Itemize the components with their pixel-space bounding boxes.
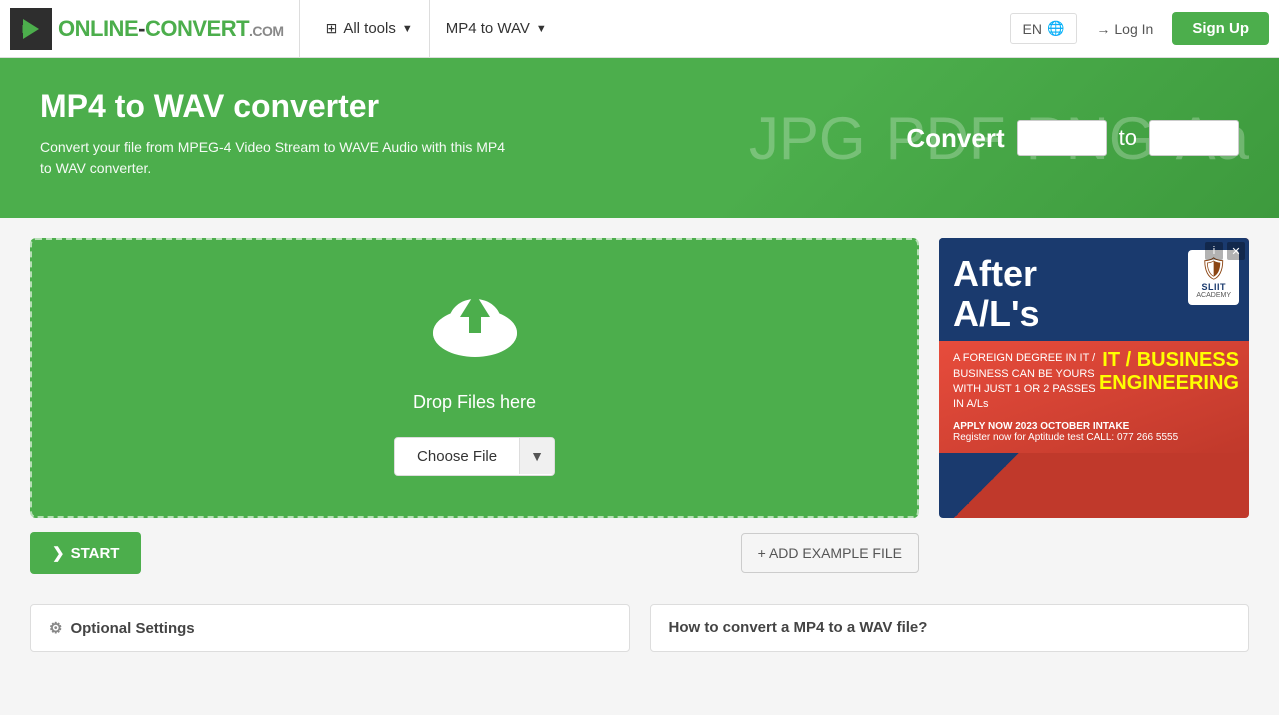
signup-button[interactable]: Sign Up (1172, 12, 1269, 45)
dropzone[interactable]: Drop Files here Choose File ▼ (30, 238, 919, 518)
hero-banner: JPG PDF PNG Aa MP4 to WAV converter Conv… (0, 58, 1279, 218)
lang-label: EN (1023, 21, 1042, 37)
to-format-value: WAV (1164, 129, 1199, 147)
howto-label: How to convert a MP4 to a WAV file? (669, 619, 928, 636)
logo-icon (10, 8, 52, 50)
hero-description: Convert your file from MPEG-4 Video Stre… (40, 137, 520, 179)
all-tools-button[interactable]: ⊞ All tools ▼ (310, 0, 429, 57)
navbar: ONLINE-CONVERT.COM ⊞ All tools ▼ MP4 to … (0, 0, 1279, 58)
login-icon: → (1096, 21, 1110, 37)
left-panel: Drop Files here Choose File ▼ ❯ START + … (30, 238, 919, 574)
ad-foreign-text: A FOREIGN DEGREE IN IT / BUSINESS CAN BE… (953, 351, 1108, 413)
optional-settings-section: ⚙ Optional Settings (30, 604, 630, 652)
action-row: ❯ START + ADD EXAMPLE FILE (30, 532, 919, 574)
start-label: START (71, 545, 120, 562)
upload-cloud-icon (425, 281, 525, 380)
ad-apply-text: APPLY NOW 2023 OCTOBER INTAKE (953, 421, 1235, 432)
dropdown-chevron-icon: ▼ (530, 448, 544, 464)
ad-it-business-text: IT / BUSINESSENGINEERING (1099, 349, 1239, 395)
ad-call-text: Register now for Aptitude test CALL: 077… (953, 432, 1235, 443)
chevron-down-icon: ▼ (1207, 129, 1223, 147)
ad-panel: i ✕ AfterA/L's 🛡 SLIIT ACADEMY A FO (939, 238, 1249, 518)
add-example-label: + ADD EXAMPLE FILE (758, 545, 902, 561)
globe-icon: 🌐 (1047, 20, 1064, 37)
chevron-down-icon: ▼ (536, 23, 547, 35)
chevron-down-icon: ▼ (1073, 129, 1089, 147)
ad-close-button[interactable]: ✕ (1227, 242, 1245, 260)
logo: ONLINE-CONVERT.COM (10, 0, 300, 57)
how-to-section: How to convert a MP4 to a WAV file? (650, 604, 1250, 652)
settings-label: Optional Settings (70, 620, 194, 637)
nav-right: EN 🌐 → Log In Sign Up (1010, 12, 1270, 45)
ad-top-half: AfterA/L's 🛡 SLIIT ACADEMY (939, 238, 1249, 341)
login-label: Log In (1114, 21, 1153, 37)
ad-sliit-label: SLIIT (1201, 282, 1226, 292)
ad-content: AfterA/L's 🛡 SLIIT ACADEMY A FOREIGN DEG… (939, 238, 1249, 453)
from-format-value: MP4 (1032, 129, 1065, 147)
to-label: to (1119, 125, 1137, 151)
ad-controls: i ✕ (1205, 242, 1245, 260)
choose-file-dropdown-button[interactable]: ▼ (519, 438, 554, 474)
from-format-selector[interactable]: MP4 ▼ (1017, 120, 1107, 156)
language-button[interactable]: EN 🌐 (1010, 13, 1078, 44)
choose-file-row: Choose File ▼ (394, 437, 555, 476)
logo-text: ONLINE-CONVERT.COM (58, 16, 284, 42)
ad-bottom-half: A FOREIGN DEGREE IN IT / BUSINESS CAN BE… (939, 341, 1249, 453)
settings-header: ⚙ Optional Settings (49, 619, 611, 637)
main-content: Drop Files here Choose File ▼ ❯ START + … (0, 218, 1279, 594)
bottom-sections: ⚙ Optional Settings How to convert a MP4… (0, 594, 1279, 682)
converter-label: MP4 to WAV (446, 20, 530, 37)
chevron-right-icon: ❯ (52, 544, 65, 562)
add-example-button[interactable]: + ADD EXAMPLE FILE (741, 533, 919, 573)
chevron-down-icon: ▼ (402, 23, 413, 35)
ad-info-button[interactable]: i (1205, 242, 1223, 260)
convert-label: Convert (906, 123, 1004, 154)
ad-academy-label: ACADEMY (1196, 292, 1231, 299)
howto-header: How to convert a MP4 to a WAV file? (669, 619, 1231, 636)
signup-label: Sign Up (1192, 20, 1249, 37)
right-panel: i ✕ AfterA/L's 🛡 SLIIT ACADEMY A FO (939, 238, 1249, 574)
converter-selector-button[interactable]: MP4 to WAV ▼ (429, 0, 563, 57)
convert-row: Convert MP4 ▼ to WAV ▼ (906, 120, 1239, 156)
to-format-selector[interactable]: WAV ▼ (1149, 120, 1239, 156)
all-tools-label: All tools (343, 20, 396, 37)
start-button[interactable]: ❯ START (30, 532, 141, 574)
choose-file-button[interactable]: Choose File (395, 438, 519, 475)
drop-files-text: Drop Files here (413, 392, 536, 413)
choose-file-label: Choose File (417, 448, 497, 465)
grid-icon: ⊞ (326, 20, 338, 37)
gear-icon: ⚙ (49, 619, 62, 637)
login-button[interactable]: → Log In (1082, 15, 1167, 43)
